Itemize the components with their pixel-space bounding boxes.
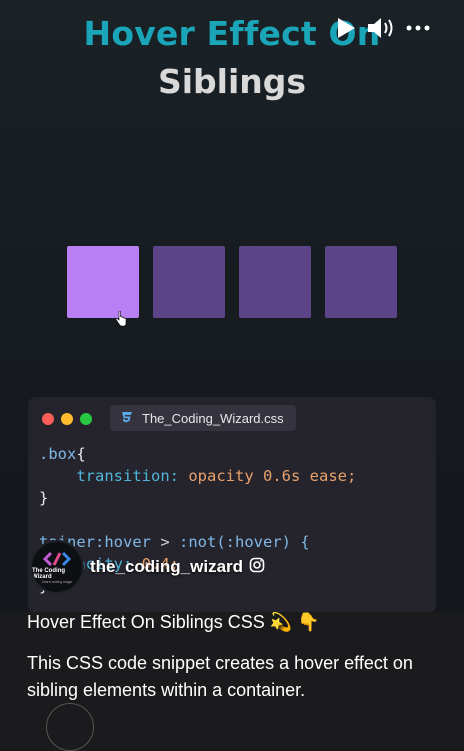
window-dots [42,413,92,425]
file-tab: The_Coding_Wizard.css [110,405,296,431]
code-line3: } [39,489,49,507]
video-title-line2: Siblings [157,62,307,101]
code-line1-brace: { [76,445,86,463]
window-close-dot [42,413,54,425]
code-line2-ease: ease; [309,467,357,485]
more-icon[interactable] [406,24,430,32]
window-maximize-dot [80,413,92,425]
code-line2-prop: transition: [76,467,179,485]
avatar-sub: Learn coding magic [41,579,73,584]
css-file-icon [120,410,134,427]
post-title: Hover Effect On Siblings CSS 💫 👇 [27,612,320,632]
instagram-icon[interactable] [249,557,265,577]
post-description: This CSS code snippet creates a hover ef… [27,653,413,700]
demo-box-4[interactable] [325,246,397,318]
play-icon[interactable] [336,17,356,39]
demo-boxes [67,246,397,318]
code-line1-selector: .box [39,445,77,463]
channel-logo-icon [43,551,71,566]
code-line2-value: opacity [188,467,254,485]
bottom-avatar[interactable] [46,703,94,751]
video-player[interactable]: Hover Effect On Siblings The_Coding_Wiza… [0,0,464,612]
channel-avatar[interactable]: The Coding Wizard Learn coding magic [30,540,84,594]
file-tab-label: The_Coding_Wizard.css [142,410,284,426]
hand-cursor-icon [115,310,127,331]
video-controls [336,16,430,40]
code-line2-num: 0.6s [263,467,301,485]
channel-info[interactable]: The Coding Wizard Learn coding magic the… [30,540,265,594]
demo-box-3[interactable] [239,246,311,318]
channel-name[interactable]: the_coding_wizard [90,557,243,577]
demo-box-1[interactable] [67,246,139,318]
demo-box-2[interactable] [153,246,225,318]
window-minimize-dot [61,413,73,425]
volume-icon[interactable] [366,16,396,40]
avatar-text: The Coding Wizard [32,567,65,580]
